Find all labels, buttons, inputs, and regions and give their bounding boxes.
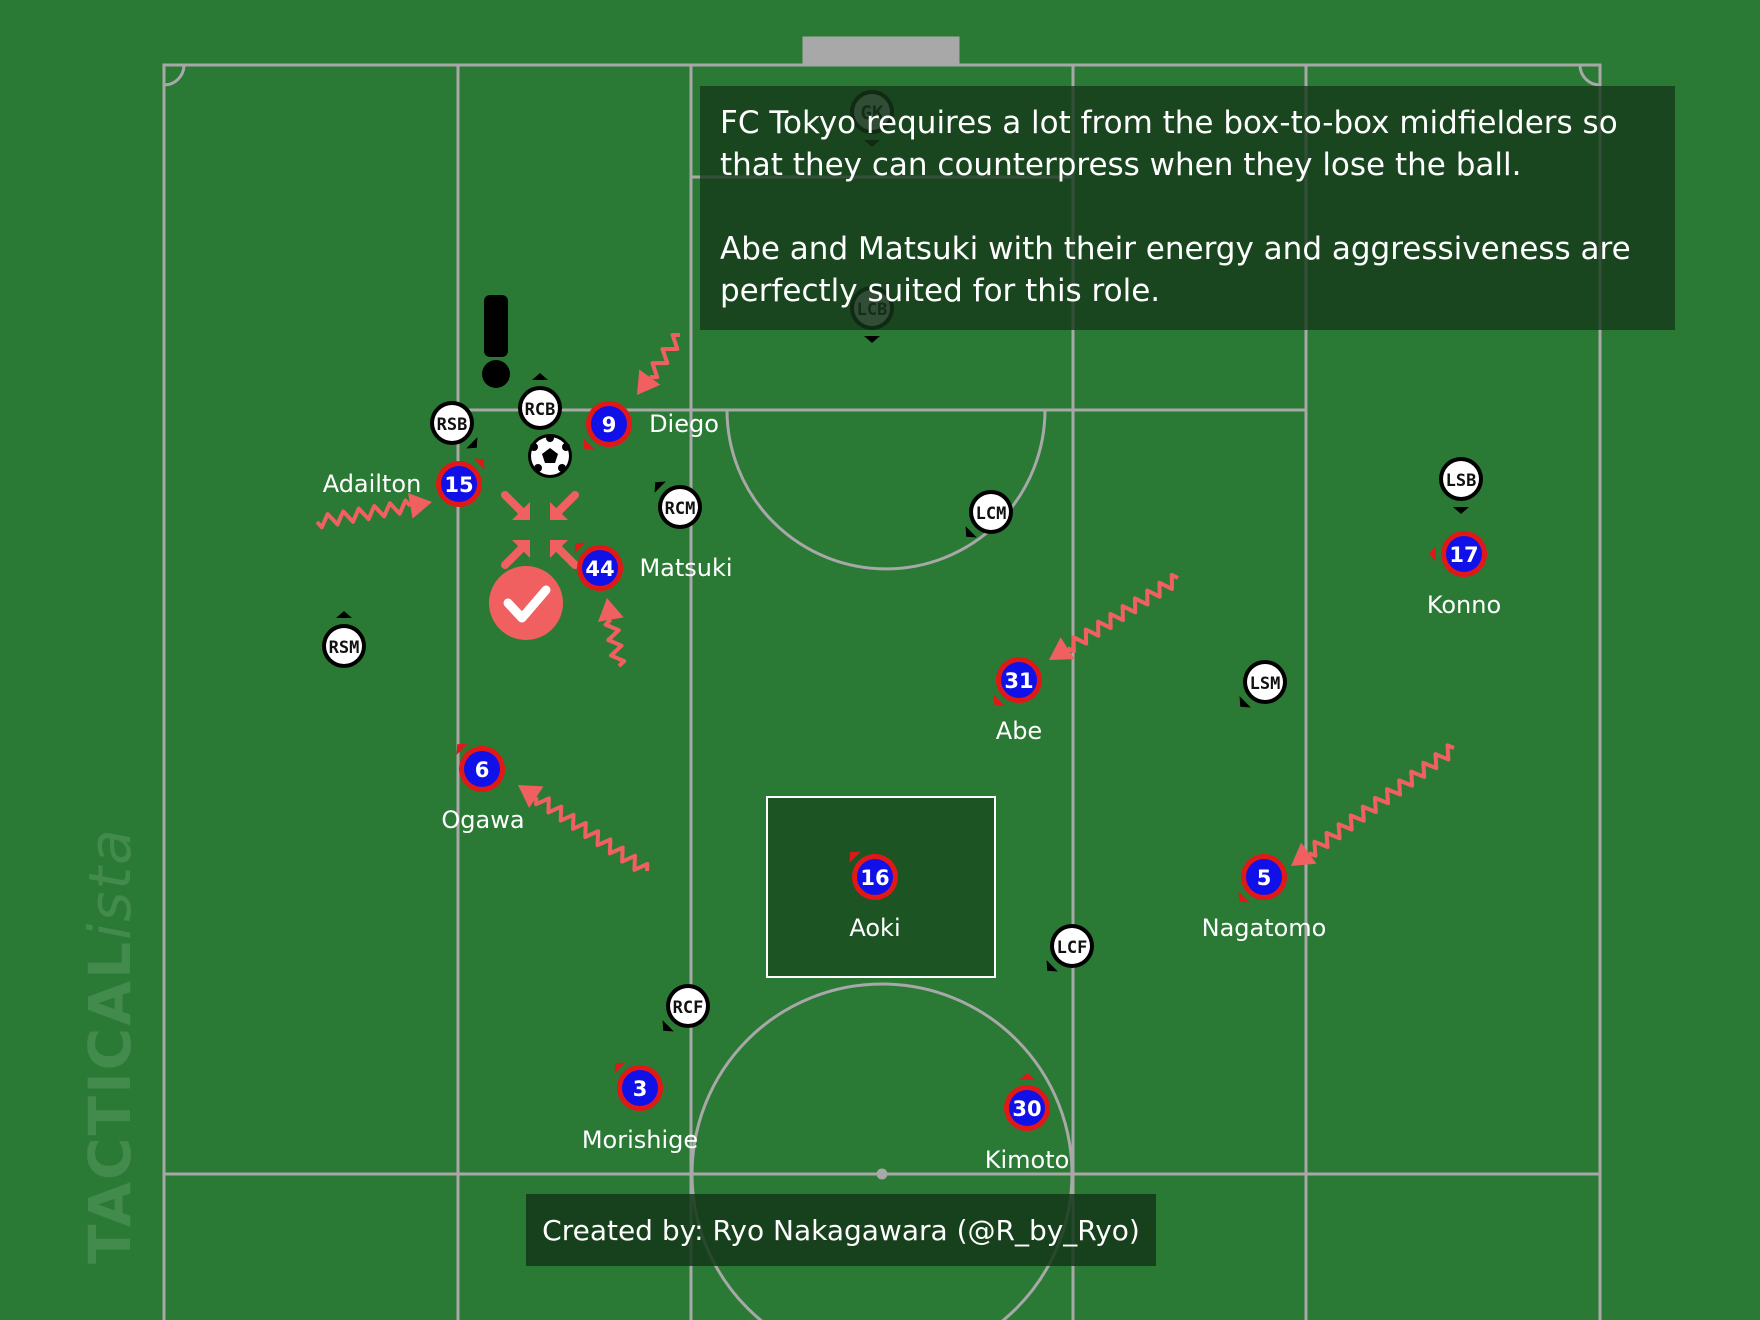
ball-icon [528,434,572,478]
annotation-paragraph-1: FC Tokyo requires a lot from the box-to-… [720,105,1618,183]
away-player-label: RCB [525,400,556,420]
home-player-name: Ogawa [441,806,524,834]
away-player-label: LSM [1250,674,1281,694]
away-player-label: RCF [673,998,704,1018]
away-player-label: LCF [1057,938,1088,958]
away-player-label: LSB [1446,471,1477,491]
annotation-paragraph-2: Abe and Matsuki with their energy and ag… [720,231,1631,309]
away-player-label: RCM [665,499,696,519]
watermark: TACTICALista [76,827,144,1264]
home-player-name: Konno [1427,591,1501,619]
annotation-box: FC Tokyo requires a lot from the box-to-… [700,86,1675,330]
home-player-number: 9 [602,413,617,437]
goal [802,36,960,67]
home-player-number: 30 [1012,1097,1041,1121]
home-player-name: Kimoto [985,1146,1070,1174]
home-player-number: 44 [585,557,614,581]
home-player-name: Morishige [582,1126,698,1154]
home-player-name: Aoki [849,914,900,942]
home-player-number: 3 [633,1077,648,1101]
credit-box: Created by: Ryo Nakagawara (@R_by_Ryo) [526,1194,1156,1266]
watermark-bold: TACTICAL [76,939,144,1264]
home-player-number: 5 [1257,866,1272,890]
check-icon [489,566,563,640]
home-player-number: 6 [475,758,490,782]
tactics-board: GKLCBRSBRCBRCMLCMLSBRSMLSMRCFLCF 9Diego1… [0,0,1760,1320]
home-player-name: Adailton [323,470,422,498]
exclamation-icon [482,295,510,388]
home-player-name: Nagatomo [1202,914,1327,942]
away-player-label: RSM [329,638,360,658]
home-player-name: Abe [996,717,1042,745]
center-spot [876,1168,888,1180]
home-player-number: 17 [1449,543,1478,567]
home-player-name: Matsuki [639,554,732,582]
watermark-light: ista [76,827,144,940]
away-player-label: LCM [976,504,1007,524]
credit-text: Created by: Ryo Nakagawara (@R_by_Ryo) [542,1213,1140,1247]
home-player-number: 15 [444,473,473,497]
home-player-name: Diego [649,410,719,438]
home-player-number: 31 [1004,669,1033,693]
away-player-label: RSB [437,415,468,435]
home-player-number: 16 [860,866,889,890]
